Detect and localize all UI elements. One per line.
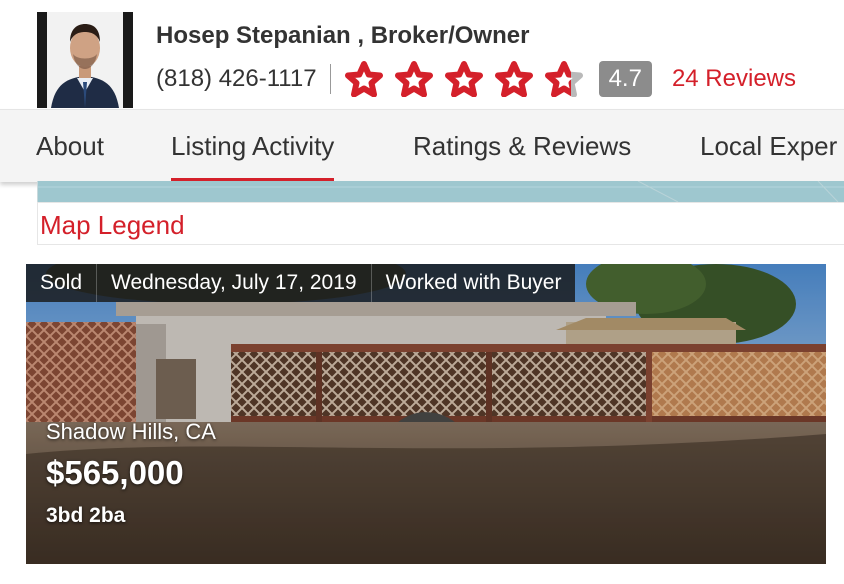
status-badge: Sold (26, 264, 98, 302)
reviews-link[interactable]: 24 Reviews (672, 65, 796, 93)
star-rating[interactable] (344, 61, 583, 97)
profile-tabs: About Listing Activity Ratings & Reviews… (0, 109, 844, 182)
map-legend-title[interactable]: Map Legend (40, 210, 185, 241)
listing-photo (26, 264, 826, 564)
listing-card[interactable]: Sold Wednesday, July 17, 2019 Worked wit… (26, 264, 826, 564)
agent-phone[interactable]: (818) 426-1117 (156, 65, 317, 93)
rating-badge: 4.7 (598, 61, 652, 97)
listing-city: Shadow Hills, CA (46, 419, 216, 444)
tab-local-expertise[interactable]: Local Exper (700, 110, 837, 182)
tab-about[interactable]: About (36, 110, 104, 182)
divider (329, 64, 331, 94)
listing-beds-baths: 3bd 2ba (46, 504, 126, 527)
star-icon (494, 61, 533, 97)
star-half-icon (544, 61, 583, 97)
listing-date: Wednesday, July 17, 2019 (97, 264, 372, 302)
tab-listing-activity[interactable]: Listing Activity (171, 110, 335, 182)
tab-ratings-reviews[interactable]: Ratings & Reviews (413, 110, 631, 182)
listing-role: Worked with Buyer (385, 271, 562, 294)
map-view[interactable] (37, 181, 844, 202)
star-icon (444, 61, 483, 97)
listing-price: $565,000 (46, 454, 184, 491)
agent-name: Hosep Stepanian , Broker/Owner (156, 22, 530, 49)
star-icon (344, 61, 383, 97)
contact-row: (818) 426-1117 4.7 24 Reviews (156, 60, 796, 98)
listing-meta: Sold Wednesday, July 17, 2019 Worked wit… (26, 264, 576, 302)
map-legend: Map Legend (37, 202, 844, 245)
agent-photo[interactable] (37, 12, 133, 108)
star-icon (394, 61, 433, 97)
